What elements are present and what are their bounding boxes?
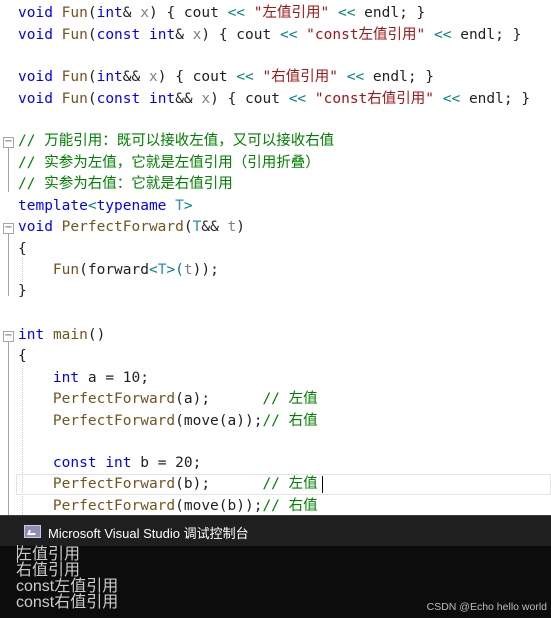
code-line[interactable]: PerfectForward(b); // 左值 bbox=[18, 474, 318, 495]
collapse-icon[interactable]: − bbox=[3, 223, 14, 234]
code-line[interactable]: } bbox=[18, 281, 27, 302]
code-line[interactable]: PerfectForward(a); // 左值 bbox=[18, 389, 318, 410]
collapse-icon[interactable]: − bbox=[3, 137, 14, 148]
console-title: Microsoft Visual Studio 调试控制台 bbox=[48, 526, 249, 541]
code-line[interactable]: Fun(forward<T>(t)); bbox=[18, 260, 219, 281]
fold-line bbox=[8, 148, 9, 192]
code-line[interactable]: void Fun(const int& x) { cout << "const左… bbox=[18, 25, 521, 46]
code-line[interactable]: PerfectForward(move(a));// 右值 bbox=[18, 411, 318, 432]
code-line[interactable]: void PerfectForward(T&& t) bbox=[18, 217, 245, 238]
console-titlebar[interactable]: Microsoft Visual Studio 调试控制台 bbox=[0, 515, 551, 546]
code-comment[interactable]: // 万能引用：既可以接收左值，又可以接收右值 bbox=[18, 131, 334, 152]
code-line[interactable]: int a = 10; bbox=[18, 368, 149, 389]
code-line[interactable]: void Fun(int& x) { cout << "左值引用" << end… bbox=[18, 3, 425, 24]
code-line[interactable]: PerfectForward(move(b));// 右值 bbox=[18, 496, 318, 515]
code-line[interactable]: int main() bbox=[18, 325, 105, 346]
watermark: CSDN @Echo hello world bbox=[426, 601, 547, 613]
code-comment[interactable]: // 实参为左值，它就是左值引用（引用折叠） bbox=[18, 153, 320, 174]
text-caret bbox=[322, 476, 323, 493]
code-line[interactable]: void Fun(int&& x) { cout << "右值引用" << en… bbox=[18, 67, 434, 88]
code-line[interactable]: { bbox=[18, 346, 27, 367]
fold-line bbox=[8, 234, 9, 296]
fold-line bbox=[8, 342, 9, 515]
console-output-line: const右值引用 bbox=[16, 594, 119, 611]
code-line[interactable]: void Fun(const int&& x) { cout << "const… bbox=[18, 89, 530, 110]
code-comment[interactable]: // 实参为右值：它就是右值引用 bbox=[18, 174, 233, 195]
code-line[interactable]: { bbox=[18, 239, 27, 260]
collapse-icon[interactable]: − bbox=[3, 331, 14, 342]
console-output-line: 左值引用 bbox=[16, 546, 81, 563]
visual-studio-icon bbox=[24, 525, 41, 538]
console-output-line: 右值引用 bbox=[16, 562, 81, 579]
code-line[interactable]: const int b = 20; bbox=[18, 453, 201, 474]
code-line[interactable]: template<typename T> bbox=[18, 196, 193, 217]
code-editor[interactable]: − − − void Fun(int& x) { cout << "左值引用" … bbox=[0, 0, 551, 515]
console-output-line: const左值引用 bbox=[16, 578, 119, 595]
debug-console-window[interactable]: Microsoft Visual Studio 调试控制台 左值引用 右值引用 … bbox=[0, 515, 551, 618]
